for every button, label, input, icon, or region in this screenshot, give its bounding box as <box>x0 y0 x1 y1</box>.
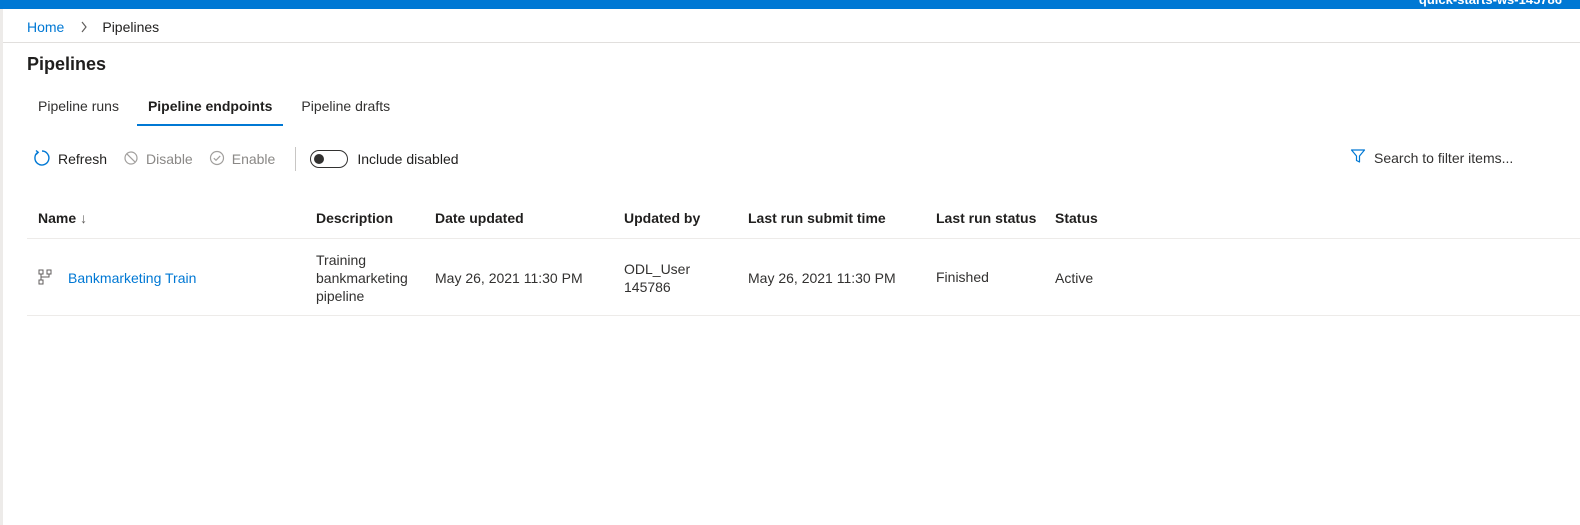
last-run-submit-time-cell: May 26, 2021 11:30 PM <box>748 270 896 286</box>
disable-button[interactable]: Disable <box>123 150 193 169</box>
refresh-label: Refresh <box>58 151 108 167</box>
toggle-knob <box>314 154 325 164</box>
top-app-bar: quick-starts-ws-145786 <box>0 0 1580 9</box>
divider <box>3 42 1580 43</box>
status-cell: Active <box>1055 270 1094 286</box>
include-disabled-toggle[interactable] <box>310 150 349 168</box>
sort-descending-icon: ↓ <box>80 210 88 226</box>
refresh-button[interactable]: Refresh <box>33 149 107 170</box>
search-input[interactable]: Search to filter items... <box>1374 150 1513 166</box>
column-header-last-run-submit-time[interactable]: Last run submit time <box>748 210 886 226</box>
page-title: Pipelines <box>27 54 107 74</box>
last-run-status-cell: Finished <box>936 269 989 285</box>
breadcrumb: Home Pipelines <box>27 17 159 37</box>
tab-pipeline-runs[interactable]: Pipeline runs <box>27 93 130 126</box>
workspace-name[interactable]: quick-starts-ws-145786 <box>1419 0 1562 7</box>
enable-button[interactable]: Enable <box>209 150 276 169</box>
block-icon <box>123 150 146 169</box>
command-bar: Refresh Disable Enable Include disabled <box>33 145 459 173</box>
include-disabled-label: Include disabled <box>357 151 459 167</box>
check-circle-icon <box>209 150 232 169</box>
column-header-status[interactable]: Status <box>1055 210 1098 226</box>
tab-bar: Pipeline runs Pipeline endpoints Pipelin… <box>27 93 408 129</box>
toolbar-divider <box>295 147 297 171</box>
pipeline-name-link[interactable]: Bankmarketing Train <box>68 269 196 287</box>
table-header: Name ↓ Description Date updated Updated b… <box>27 200 1580 239</box>
table-row[interactable]: Bankmarketing Train Training bankmarketi… <box>27 239 1580 316</box>
column-header-updated-by[interactable]: Updated by <box>624 210 700 226</box>
pipeline-icon <box>38 269 52 288</box>
column-header-description[interactable]: Description <box>316 210 393 226</box>
search-filter-box[interactable]: Search to filter items... <box>1350 148 1513 167</box>
updated-by-cell: ODL_User 145786 <box>624 261 691 295</box>
description-cell: Training bankmarketing pipeline <box>316 252 408 304</box>
breadcrumb-home-link[interactable]: Home <box>27 19 64 35</box>
tab-pipeline-drafts[interactable]: Pipeline drafts <box>290 93 401 126</box>
refresh-icon <box>33 149 58 170</box>
pipeline-endpoints-table: Name ↓ Description Date updated Updated b… <box>27 200 1580 316</box>
chevron-right-icon <box>80 21 88 33</box>
column-header-name[interactable]: Name ↓ <box>38 210 87 226</box>
date-updated-cell: May 26, 2021 11:30 PM <box>435 270 583 286</box>
column-header-last-run-status[interactable]: Last run status <box>936 210 1036 226</box>
left-nav-rail <box>0 9 3 525</box>
enable-label: Enable <box>231 151 276 167</box>
disable-label: Disable <box>146 151 193 167</box>
breadcrumb-current: Pipelines <box>102 19 160 35</box>
tab-pipeline-endpoints[interactable]: Pipeline endpoints <box>136 93 284 126</box>
column-header-date-updated[interactable]: Date updated <box>435 210 524 226</box>
filter-icon <box>1350 148 1374 167</box>
